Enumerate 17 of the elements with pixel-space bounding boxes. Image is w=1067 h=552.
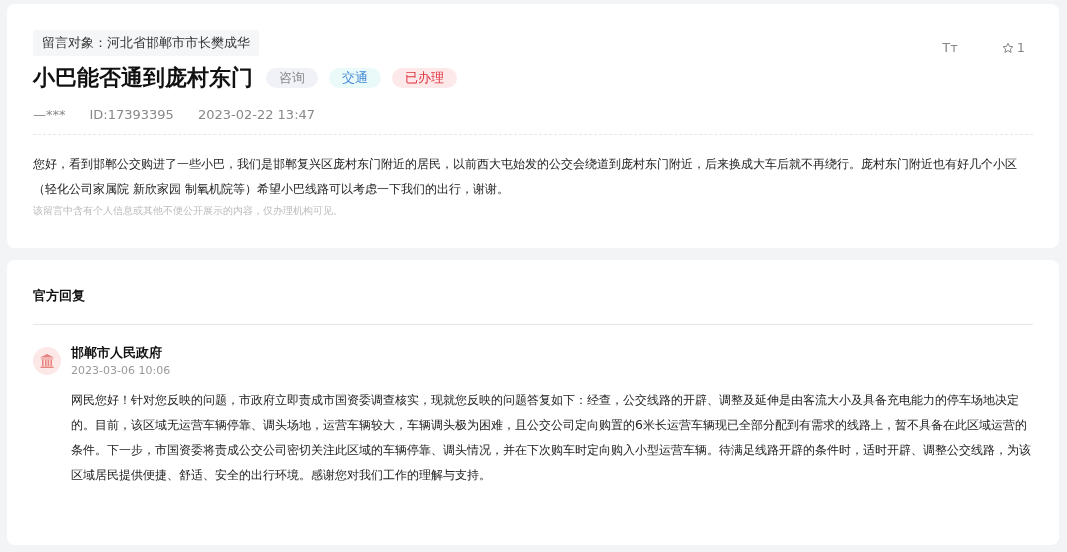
category-tag: 咨询 [266,68,318,88]
favorite-button[interactable]: 1 [993,38,1033,57]
government-building-icon [33,347,61,375]
font-size-button[interactable]: Tт [934,38,966,57]
recipient-label: 留言对象：河北省邯郸市市长樊成华 [33,30,259,56]
reply-time: 2023-03-06 10:06 [71,364,171,377]
author-name: —*** [33,107,66,122]
message-id: ID:17393395 [89,107,174,122]
organization-name: 邯郸市人民政府 [71,345,163,362]
status-tag: 已办理 [392,68,457,88]
star-icon [1001,41,1014,54]
message-text: 您好，看到邯郸公交购进了一些小巴，我们是邯郸复兴区庞村东门附近的居民，以前西大屯始发的公交会绕道到庞村东门附近，后来换成大车后就不再绕行。庞村东门附近也有好几个小区（轻化公司家属院 新欣家园 制氧机院等）希望小巴线路可以考虑一下我们的出行，谢谢。 [33,155,1018,198]
section-heading: 官方回复 [33,287,86,305]
reply-text: 网民您好！针对您反映的问题，市政府立即责成市国资委调查核实，现就您反映的问题答复如下：经查，公交线路的开辟、调整及延伸是由客流大小及具备充电能力的停车场地决定的。目前，该区域无运营车辆停靠、调头场地，运营车辆较大，车辆调头极为困难，且公交公司定向购置的6米长运营车辆现已全部分配到有需求的线路上，暂不具备在此区域运营的条件。下一步，市国资委将责成公交公司密切关注此区域的车辆停靠、调头情况，并在下次购车时定向购入小型运营车辆。待满足线路开辟的条件时，适时开辟、调整公交线路，为该区域居民提供便捷、舒适、安全的出行环境。感谢您对我们工作的理解与支持。 [71,391,1032,484]
category-tag: 交通 [329,68,381,88]
post-time: 2023-02-22 13:47 [197,107,316,122]
message-title: 小巴能否通到庞村东门 [33,64,253,92]
